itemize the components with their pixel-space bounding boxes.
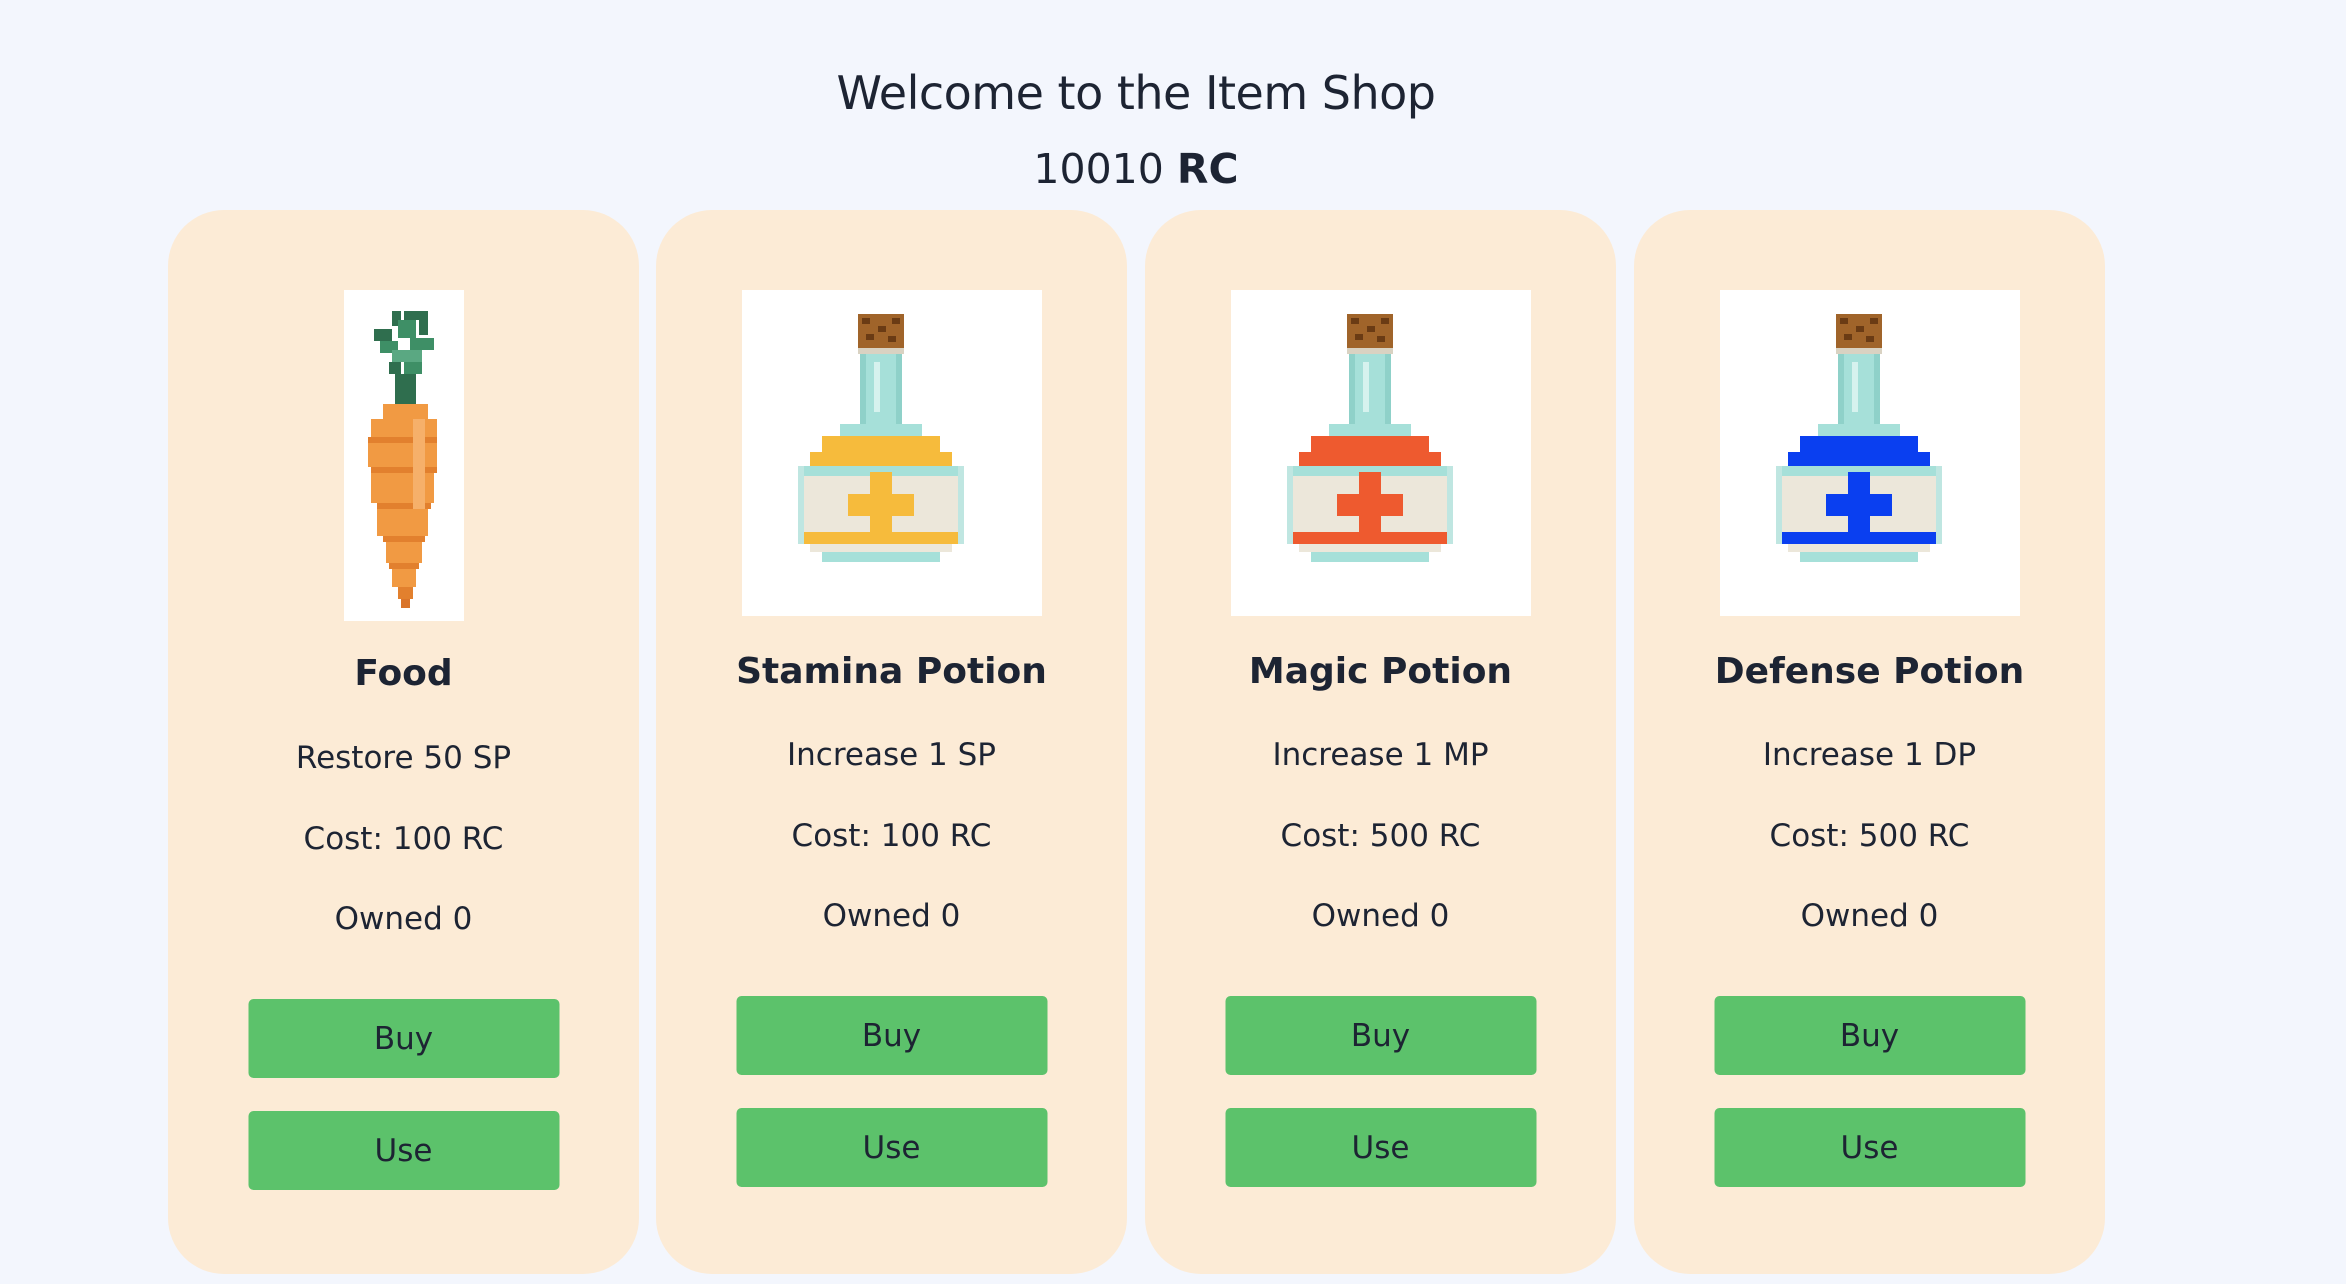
item-name: Stamina Potion (736, 651, 1047, 692)
use-button[interactable]: Use (736, 1108, 1047, 1187)
item-shop-page: Welcome to the Item Shop 10010 RC Food R… (0, 0, 2346, 1284)
item-cost: Cost: 100 RC (303, 821, 504, 857)
shop-card-defense-potion: Defense Potion Increase 1 DP Cost: 500 R… (1634, 210, 2105, 1274)
item-name: Magic Potion (1248, 651, 1513, 692)
item-description: Increase 1 SP (787, 737, 996, 773)
balance-unit: RC (1176, 145, 1239, 193)
buy-button[interactable]: Buy (1225, 996, 1536, 1075)
yellow-potion-icon (797, 314, 964, 562)
item-owned-count: Owned 0 (1800, 898, 1939, 934)
use-button[interactable]: Use (1225, 1108, 1536, 1187)
page-title: Welcome to the Item Shop (836, 66, 1436, 120)
item-cost: Cost: 500 RC (1769, 818, 1970, 854)
item-description: Increase 1 DP (1762, 737, 1977, 773)
use-button[interactable]: Use (248, 1111, 559, 1190)
item-name: Defense Potion (1714, 651, 2025, 692)
blue-potion-icon (1775, 314, 1942, 562)
item-owned-count: Owned 0 (1311, 898, 1450, 934)
item-name: Food (354, 653, 453, 694)
carrot-icon (367, 311, 437, 608)
item-cost: Cost: 500 RC (1280, 818, 1481, 854)
buy-button[interactable]: Buy (736, 996, 1047, 1075)
item-description: Restore 50 SP (295, 740, 512, 776)
shop-card-magic-potion: Magic Potion Increase 1 MP Cost: 500 RC … (1145, 210, 1616, 1274)
balance-amount: 10010 (1033, 145, 1164, 193)
shop-card-food: Food Restore 50 SP Cost: 100 RC Owned 0 … (168, 210, 639, 1274)
item-cost: Cost: 100 RC (791, 818, 992, 854)
item-image (741, 290, 1042, 616)
shop-card-stamina-potion: Stamina Potion Increase 1 SP Cost: 100 R… (656, 210, 1127, 1274)
currency-balance: 10010 RC (0, 145, 2272, 193)
item-owned-count: Owned 0 (822, 898, 961, 934)
red-potion-icon (1286, 314, 1453, 562)
item-owned-count: Owned 0 (334, 901, 473, 937)
buy-button[interactable]: Buy (1714, 996, 2025, 1075)
item-description: Increase 1 MP (1272, 737, 1489, 773)
buy-button[interactable]: Buy (248, 999, 559, 1078)
use-button[interactable]: Use (1714, 1108, 2025, 1187)
item-image (1719, 290, 2020, 616)
item-image (1230, 290, 1531, 616)
item-image (343, 290, 464, 621)
